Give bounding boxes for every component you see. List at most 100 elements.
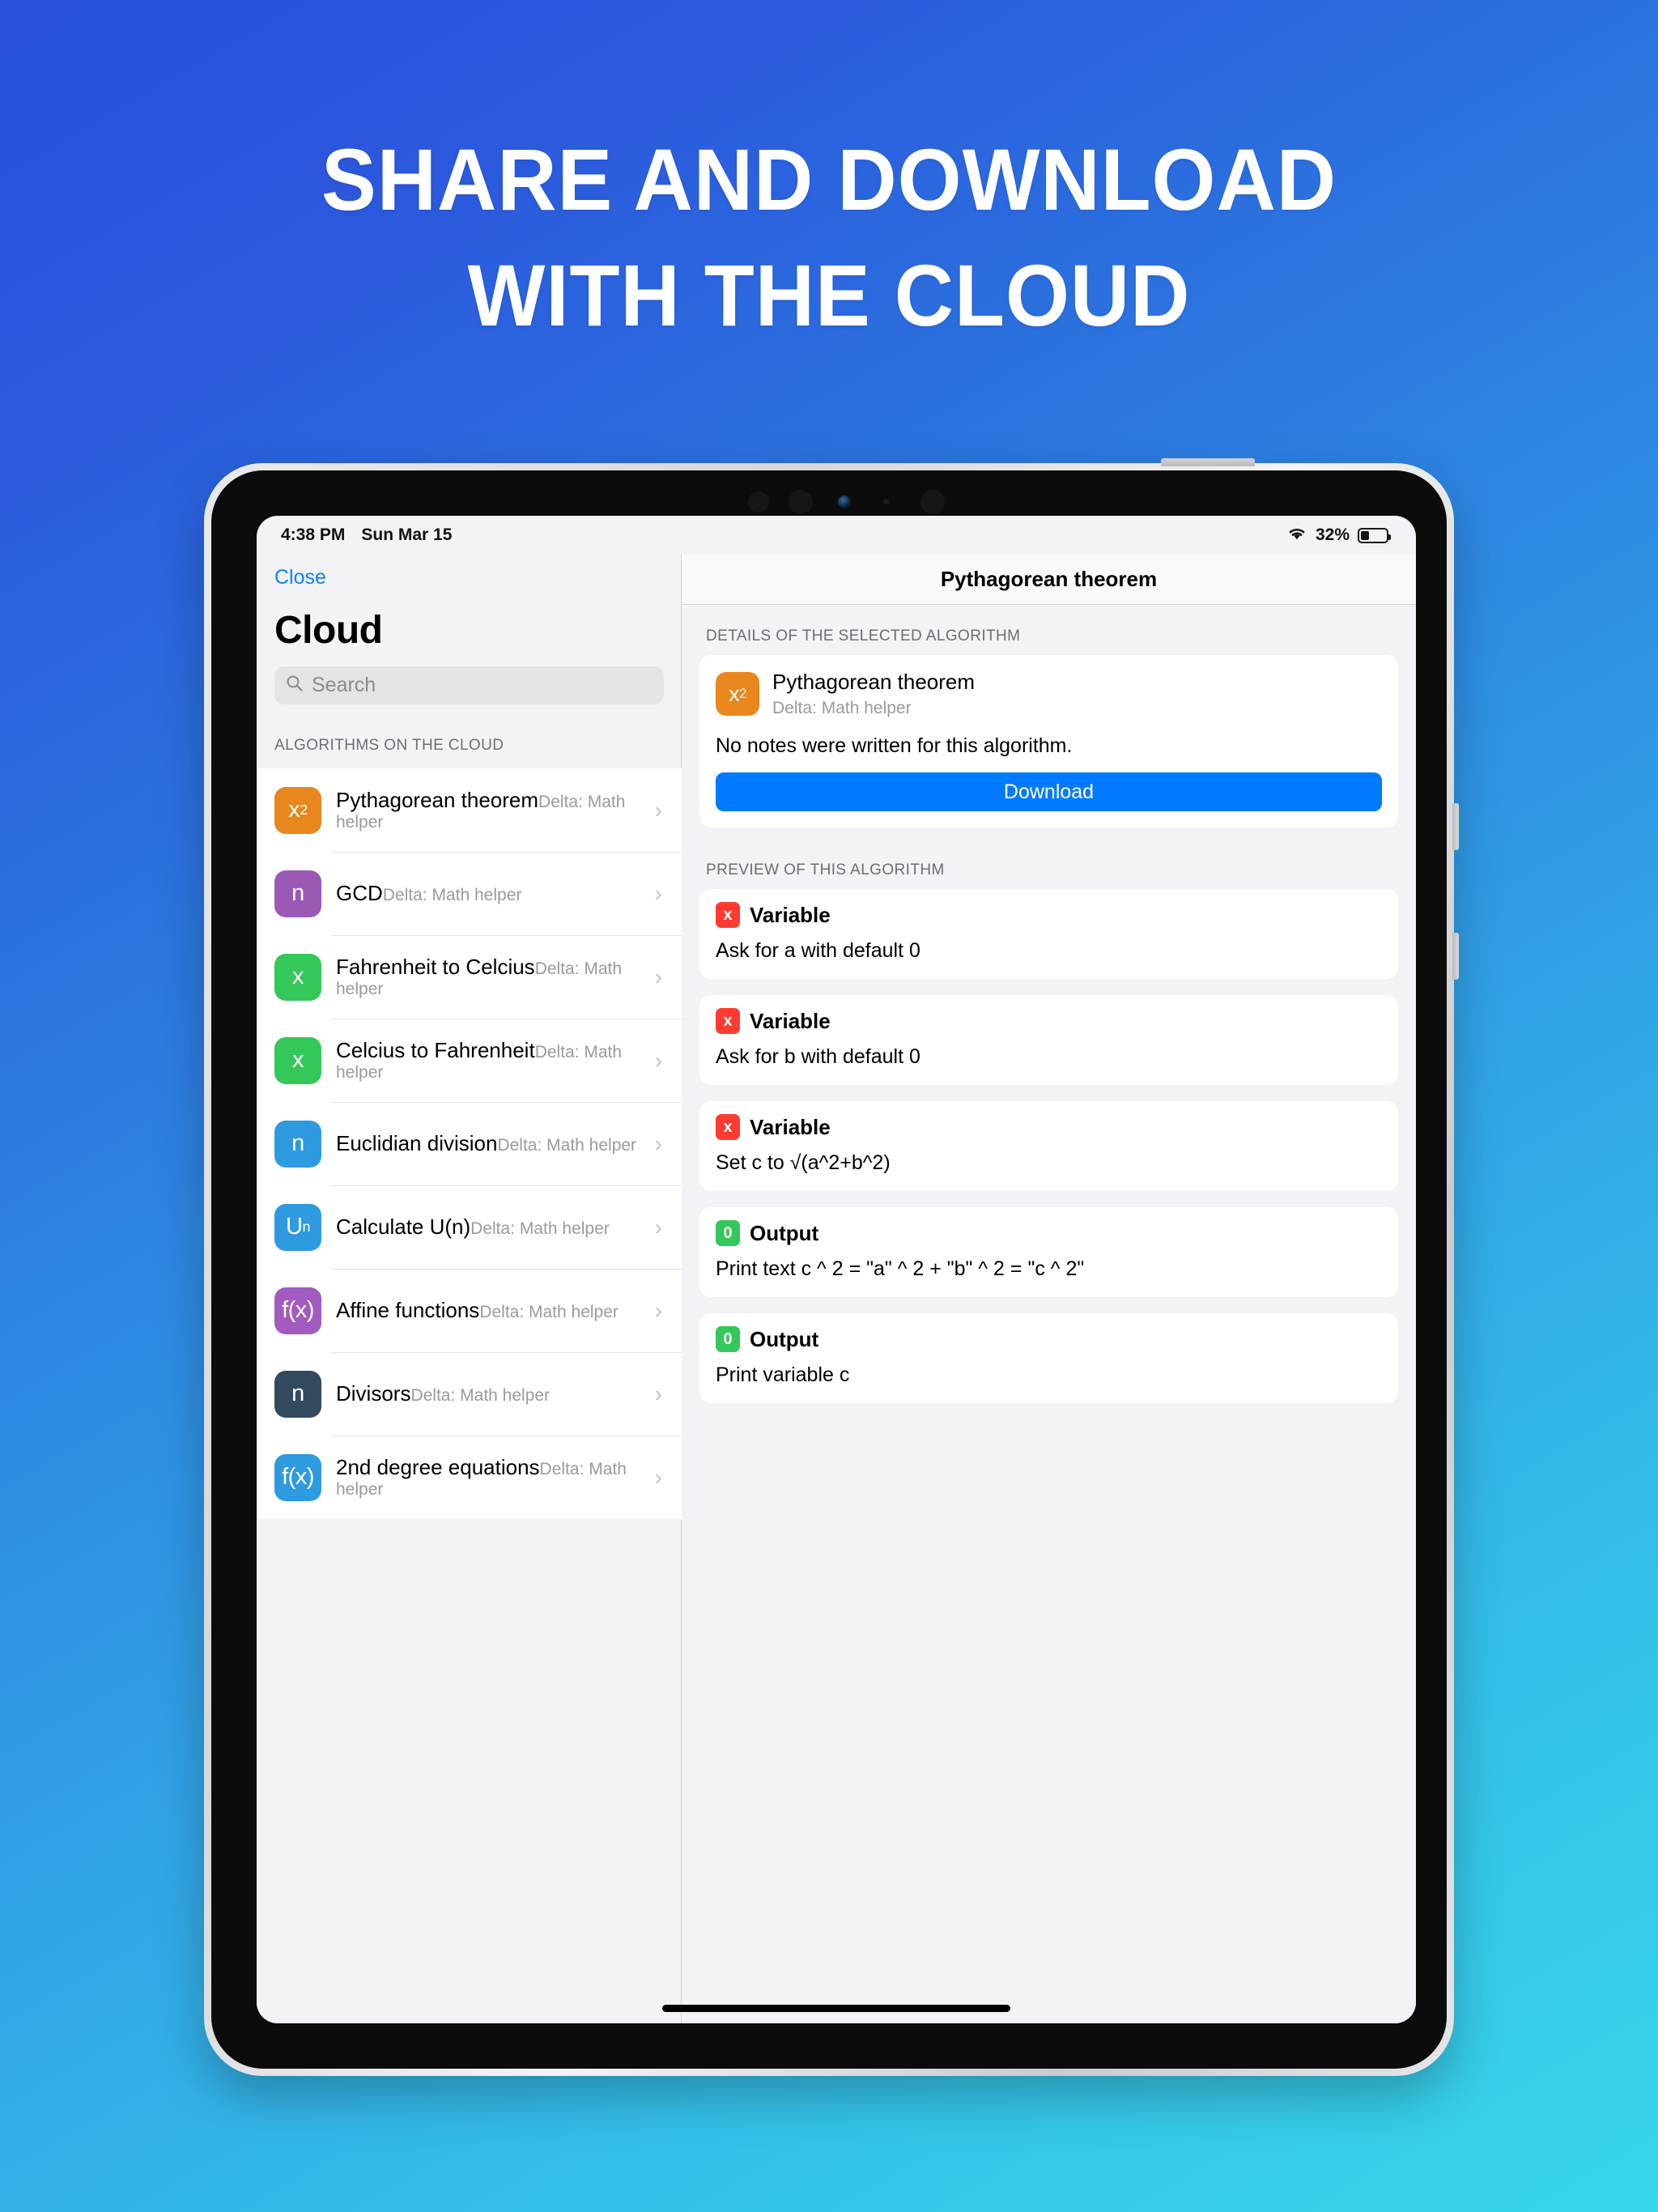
step-head: x Variable [716,1114,1382,1141]
algorithm-name: 2nd degree equations [336,1454,540,1479]
selected-algorithm-name: Pythagorean theorem [772,670,976,694]
detail-body: DETAILS OF THE SELECTED ALGORITHM x2 Pyt… [682,605,1416,1404]
selected-algorithm-subtitle: Delta: Math helper [772,699,912,718]
algorithm-list: x 2 Pythagorean theoremDelta: Math helper ›… [257,768,682,1519]
algorithm-icon: x [274,953,321,1001]
algorithm-icon: x [274,1036,321,1084]
step-badge-icon: x [716,902,740,929]
preview-group: PREVIEW OF THIS ALGORITHM x Variable Ask f… [699,861,1398,1404]
device-bezel: 4:38 PM Sun Mar 15 32% Close Cloud Searc… [211,470,1447,2069]
algorithm-step-card[interactable]: 0 Output Print variable c [699,1313,1398,1404]
battery-icon [1358,527,1391,543]
algorithm-list-item-text: Celcius to FahrenheitDelta: Math helper [321,1038,655,1083]
step-head: 0 Output [716,1220,1382,1247]
chevron-right-icon: › [654,1297,662,1323]
algorithm-icon: n [274,870,321,917]
page-title: Cloud [274,609,383,652]
detail-navbar: Pythagorean theorem [682,555,1416,605]
home-indicator[interactable] [662,2005,1010,2012]
microphone-icon [883,499,889,504]
step-description: Print variable c [716,1363,850,1387]
algorithm-list-item[interactable]: f(x) Affine functionsDelta: Math helper › [257,1269,682,1352]
wifi-icon [1286,525,1307,546]
algorithm-name: Euclidian division [336,1130,498,1155]
front-camera-icon [838,496,851,508]
algorithm-name: Affine functions [336,1297,480,1322]
battery-fill [1361,530,1369,540]
device-screen: 4:38 PM Sun Mar 15 32% Close Cloud Searc… [257,516,1416,2023]
chevron-right-icon: › [654,1380,662,1406]
sidebar-section-header: ALGORITHMS ON THE CLOUD [274,737,504,754]
download-button[interactable]: Download [716,772,1382,812]
algorithm-name: Calculate U(n) [336,1214,471,1239]
algorithm-subtitle: Delta: Math helper [479,1302,619,1321]
algorithm-icon: n [274,1370,321,1418]
algorithm-name: Celcius to Fahrenheit [336,1037,535,1062]
algorithm-list-item-text: DivisorsDelta: Math helper [321,1381,655,1406]
algorithm-step-card[interactable]: 0 Output Print text c ^ 2 = "a" ^ 2 + "b" … [699,1207,1398,1298]
step-head: x Variable [716,902,1382,929]
algorithm-name: Divisors [336,1380,411,1406]
algorithm-step-card[interactable]: x Variable Ask for b with default 0 [699,995,1398,1086]
step-badge-icon: 0 [716,1220,740,1247]
selected-algorithm-meta: Pythagorean theorem Delta: Math helper [772,670,975,718]
algorithm-list-item[interactable]: n Euclidian divisionDelta: Math helper › [257,1102,682,1185]
battery-percent-label: 32% [1315,525,1350,544]
power-button[interactable] [1161,458,1255,466]
close-button[interactable]: Close [274,566,326,589]
search-input[interactable]: Search [312,674,376,697]
step-description: Ask for b with default 0 [716,1045,920,1069]
status-bar-left: 4:38 PM Sun Mar 15 [281,525,452,545]
sidebar: Close Cloud Search ALGORITHMS ON THE CLO… [257,555,682,2023]
algorithm-list-item-text: Fahrenheit to CelciusDelta: Math helper [321,955,655,999]
step-head: x Variable [716,1008,1382,1035]
preview-group-header: PREVIEW OF THIS ALGORITHM [706,861,945,879]
algorithm-list-item-text: Pythagorean theoremDelta: Math helper [321,788,655,832]
volume-up-button[interactable] [1452,803,1459,850]
search-icon [286,674,304,696]
algorithm-list-item[interactable]: x Fahrenheit to CelciusDelta: Math helper… [257,935,682,1019]
algorithm-list-item[interactable]: x Celcius to FahrenheitDelta: Math helper… [257,1019,682,1102]
volume-down-button[interactable] [1452,933,1459,980]
algorithm-name: Pythagorean theorem [336,787,539,812]
algorithm-list-item[interactable]: n DivisorsDelta: Math helper › [257,1352,682,1436]
algorithm-step-card[interactable]: x Variable Set c to √(a^2+b^2) [699,1101,1398,1192]
detail-pane: Pythagorean theorem DETAILS OF THE SELEC… [682,555,1416,2023]
search-field[interactable]: Search [274,666,664,704]
algorithm-list-item[interactable]: n GCDDelta: Math helper › [257,852,682,935]
step-badge-icon: x [716,1008,740,1035]
status-bar: 4:38 PM Sun Mar 15 32% [257,516,1416,555]
algorithm-step-card[interactable]: x Variable Ask for a with default 0 [699,889,1398,980]
algorithm-list-item-text: GCDDelta: Math helper [321,881,655,906]
promo-headline-line-2: WITH THE CLOUD [467,246,1191,344]
algorithm-subtitle: Delta: Math helper [410,1385,551,1405]
algorithm-icon: Un [274,1203,321,1251]
chevron-right-icon: › [654,963,662,989]
algorithm-note: No notes were written for this algorithm… [716,734,1073,758]
status-bar-date: Sun Mar 15 [361,525,453,544]
algorithm-step-list: x Variable Ask for a with default 0 x Variab… [699,889,1398,1404]
step-description: Ask for a with default 0 [716,939,920,963]
chevron-right-icon: › [654,1214,662,1240]
step-type-label: Variable [750,1008,831,1033]
algorithm-icon: f(x) [274,1287,321,1334]
algorithm-list-item[interactable]: f(x) 2nd degree equationsDelta: Math help… [257,1436,682,1519]
chevron-right-icon: › [654,797,662,823]
algorithm-subtitle: Delta: Math helper [382,885,522,904]
status-bar-right: 32% [1286,525,1391,546]
sensor-dot-icon [920,490,945,514]
algorithm-icon: n [274,1120,321,1168]
algorithm-list-item-text: Affine functionsDelta: Math helper [321,1298,655,1323]
algorithm-list-item-text: Euclidian divisionDelta: Math helper [321,1131,655,1156]
algorithm-list-item-text: Calculate U(n)Delta: Math helper [321,1214,655,1240]
step-head: 0 Output [716,1326,1382,1353]
chevron-right-icon: › [654,1047,662,1073]
step-description: Set c to √(a^2+b^2) [716,1151,891,1175]
algorithm-list-item[interactable]: x 2 Pythagorean theoremDelta: Math helper › [257,768,682,852]
step-type-label: Variable [750,1114,831,1139]
promo-headline-line-1: SHARE AND DOWNLOAD [321,130,1337,228]
algorithm-subtitle: Delta: Math helper [470,1219,610,1238]
promo-headline: SHARE AND DOWNLOAD WITH THE CLOUD [49,121,1608,353]
detail-title: Pythagorean theorem [940,567,1158,591]
algorithm-list-item[interactable]: Un Calculate U(n)Delta: Math helper › [257,1185,682,1269]
